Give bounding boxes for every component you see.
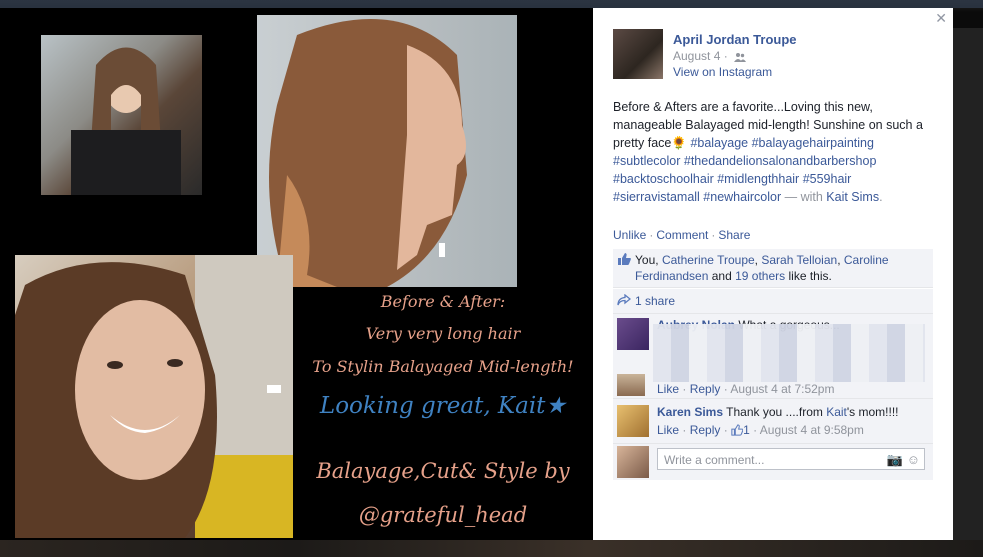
caption-line-4: Looking great, Kait★ [319,393,567,419]
comment-meta: Like · Reply · August 4 at 7:52pm [657,382,834,396]
likes-and: and [711,269,732,283]
separator-dot: · [682,423,687,437]
post-side-panel: ✕ April Jordan Troupe August 4 · View on… [593,8,953,540]
view-on-instagram-link[interactable]: View on Instagram [673,65,772,79]
background-bottom-strip [0,540,983,557]
separator-dot: · [682,382,687,396]
share-arrow-icon [617,294,631,306]
thumbs-up-icon [618,253,631,265]
emoji-icon[interactable]: ☺ [907,452,920,467]
comment-text-post: 's mom!!!! [846,405,899,419]
separator-dot: · [711,228,716,242]
comment-like-link[interactable]: Like [657,382,679,396]
caption-line-1: Before & After: [380,292,506,311]
current-user-avatar [617,446,649,478]
comment-time[interactable]: August 4 at 7:52pm [730,382,834,396]
commenter-avatar-bottom [617,374,645,396]
author-name[interactable]: April Jordan Troupe [673,32,797,47]
audience-friends-icon[interactable] [733,52,746,62]
composer-icons: 📷 ☺ [887,449,920,471]
caption-line-5: Balayage,Cut& Style by [316,459,570,483]
comment-like-count[interactable]: 1 [743,423,750,437]
comment-input[interactable]: Write a comment... 📷 ☺ [657,448,925,470]
likes-text: You, Catherine Troupe, Sarah Telloian, C… [635,253,889,283]
photo-before-long-hair [41,35,202,195]
separator-dot: · [649,228,654,242]
photo-after-profile [257,15,517,287]
background-right-edge [953,28,983,540]
post-date[interactable]: August 4 · [673,49,746,63]
comment-text-pre: Thank you ....from [726,405,823,419]
likes-summary: You, Catherine Troupe, Sarah Telloian, C… [613,249,933,288]
likes-you: You, [635,253,659,267]
separator-dot: · [723,382,728,396]
photo-after-smiling [15,255,293,538]
others-link[interactable]: 19 others [735,269,785,283]
thumbs-up-icon [731,424,744,436]
separator-dot: · [723,423,728,437]
sunflower-emoji-icon: 🌻 [671,136,687,150]
comment-time[interactable]: August 4 at 9:58pm [760,423,864,437]
separator-dot: · [753,423,758,437]
commenter-avatar[interactable] [617,318,649,350]
mentioned-person-link[interactable]: Kait [826,405,847,419]
tagged-person-link[interactable]: Kait Sims [826,190,879,204]
commenter-avatar[interactable] [617,405,649,437]
camera-icon[interactable]: 📷 [887,452,903,467]
shares-count-link[interactable]: 1 share [635,294,675,308]
comment-body: Karen Sims Thank you ....from Kait's mom… [657,405,899,419]
liker-link[interactable]: Sarah Telloian [761,253,837,267]
close-icon[interactable]: ✕ [935,10,947,27]
liker-link[interactable]: Catherine Troupe [662,253,755,267]
comment-reply-link[interactable]: Reply [690,382,721,396]
comment-link[interactable]: Comment [656,228,708,242]
comment-composer: Write a comment... 📷 ☺ [613,444,933,480]
likes-suffix: like this. [788,269,832,283]
pixelated-comment-area [653,324,925,382]
shares-summary: 1 share [613,289,933,314]
unlike-link[interactable]: Unlike [613,228,646,242]
post-period: . [879,190,883,204]
post-photo[interactable]: Before & After: Very very long hair To S… [0,8,593,540]
image-caption-overlay: Before & After: Very very long hair To S… [293,278,593,540]
author-avatar[interactable] [613,29,663,79]
top-browser-strip [0,0,983,8]
commenter-name[interactable]: Karen Sims [657,405,723,419]
comment-item: Karen Sims Thank you ....from Kait's mom… [613,399,933,444]
comment-input-placeholder: Write a comment... [664,453,765,467]
comment-reply-link[interactable]: Reply [690,423,721,437]
post-actions: Unlike · Comment · Share [613,228,750,242]
post-text: Before & Afters are a favorite...Loving … [613,98,935,206]
caption-line-3: To Stylin Balayaged Mid-length! [312,357,574,376]
caption-line-2: Very very long hair [365,324,521,343]
comment-like-link[interactable]: Like [657,423,679,437]
share-link[interactable]: Share [718,228,750,242]
with-label: — with [784,190,823,204]
caption-line-6: @grateful_head [358,503,528,527]
comment-meta: Like · Reply · 1 · August 4 at 9:58pm [657,423,864,437]
post-date-text: August 4 · [673,49,728,63]
comment-item: Aubrey Nolan What a gorgeous... Like · R… [613,314,933,399]
